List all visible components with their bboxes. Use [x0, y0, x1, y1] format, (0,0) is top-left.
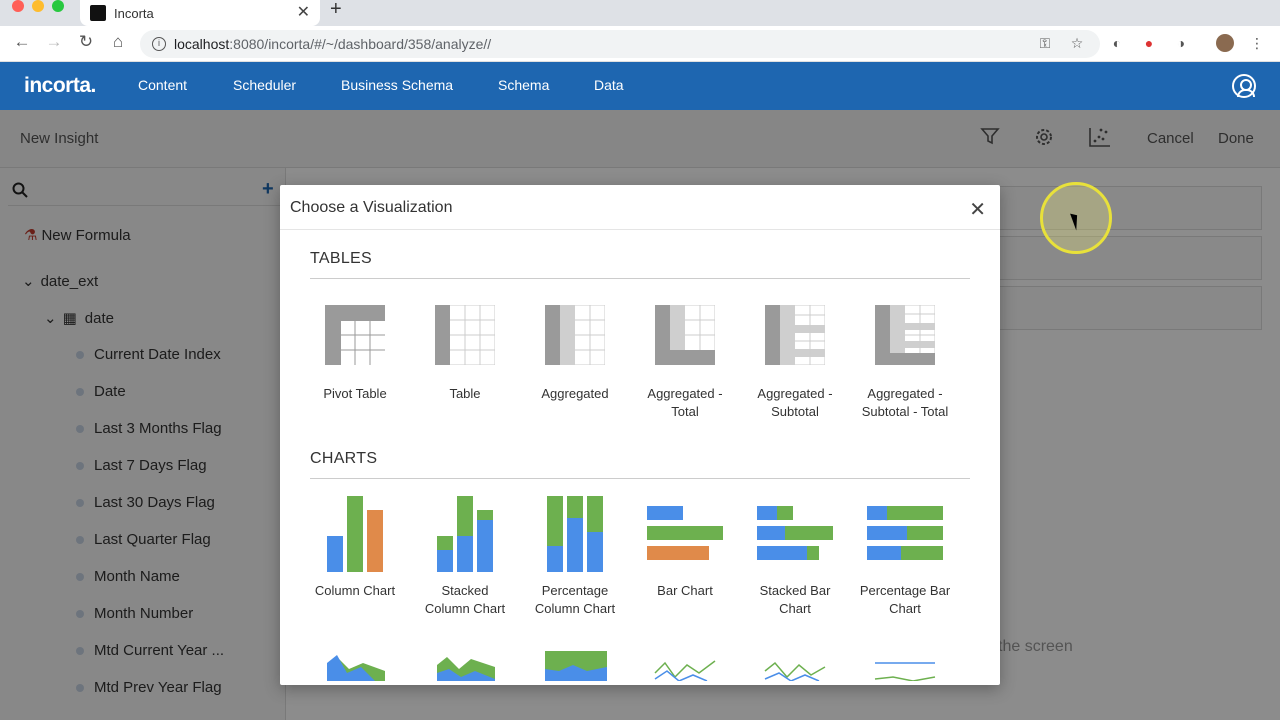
viz-label: Column Chart [314, 583, 396, 598]
viz-aggregated-total[interactable]: Aggregated - Total [630, 304, 740, 421]
viz-stacked-bar-chart[interactable]: Stacked Bar Chart [740, 496, 850, 618]
incorta-logo[interactable]: incorta. [24, 74, 96, 98]
viz-label: Aggregated - [647, 386, 723, 401]
visualization-modal: Choose a Visualization ✕ TABLES Pivot Ta… [280, 185, 1000, 685]
viz-stacked-column-chart[interactable]: Stacked Column Chart [410, 496, 520, 618]
viz-percentage-bar-chart[interactable]: Percentage Bar Chart [850, 496, 960, 618]
table-icon [434, 304, 496, 366]
app-header: incorta. Content Scheduler Business Sche… [0, 62, 1280, 110]
forward-icon[interactable]: → [42, 32, 66, 52]
viz-label: Chart [889, 601, 921, 616]
close-icon[interactable]: ✕ [969, 197, 986, 222]
aggregated-subtotal-total-icon [874, 304, 936, 366]
browser-tab[interactable]: Incorta ✕ [80, 0, 320, 26]
nav-scheduler[interactable]: Scheduler [233, 77, 296, 93]
aggregated-total-icon [654, 304, 716, 366]
window-close-button[interactable] [12, 0, 24, 12]
section-divider [310, 478, 970, 479]
browser-menu-icon[interactable]: ⋮ [1248, 34, 1266, 52]
viz-label: Column Chart [424, 601, 506, 616]
viz-label: Percentage Bar [859, 583, 951, 598]
aggregated-subtotal-icon [764, 304, 826, 366]
tables-section-title: TABLES [310, 250, 372, 267]
viz-label: Chart [779, 601, 811, 616]
key-icon[interactable]: ⚿ [1036, 34, 1054, 52]
percentage-line-chart-icon [873, 651, 937, 682]
stacked-line-chart-icon [763, 651, 827, 682]
viz-aggregated-subtotal-total[interactable]: Aggregated - Subtotal - Total [850, 304, 960, 421]
viz-label: Aggregated - [757, 386, 833, 401]
line-chart-icon [653, 651, 717, 682]
incorta-favicon-icon [90, 5, 106, 21]
browser-toolbar: ← → ↻ ⌂ i localhost:8080/incorta/#/~/das… [0, 26, 1280, 62]
percentage-bar-chart-icon [867, 496, 943, 572]
viz-label: Stacked [441, 583, 489, 598]
viz-label: Total [671, 404, 699, 419]
area-chart-icon [325, 651, 385, 681]
extension-circle-icon[interactable]: ◑ [1172, 34, 1190, 52]
viz-table[interactable]: Table [410, 304, 520, 403]
stacked-area-chart-icon [435, 651, 495, 681]
nav-data[interactable]: Data [594, 77, 624, 93]
modal-title: Choose a Visualization [290, 199, 453, 216]
pivot-table-icon [325, 305, 385, 365]
user-profile-icon[interactable] [1232, 74, 1256, 98]
nav-business-schema[interactable]: Business Schema [341, 77, 453, 93]
extension-stop-icon[interactable]: ● [1140, 34, 1158, 52]
viz-stacked-line-chart[interactable] [740, 651, 850, 682]
viz-aggregated[interactable]: Aggregated [520, 304, 630, 403]
viz-label: Stacked Bar [759, 583, 831, 598]
tab-close-icon[interactable]: ✕ [297, 5, 310, 21]
viz-pivot-table[interactable]: Pivot Table [300, 305, 410, 403]
viz-label: Bar Chart [657, 583, 713, 598]
viz-label: Percentage [541, 583, 609, 598]
viz-percentage-column-chart[interactable]: Percentage Column Chart [520, 496, 630, 618]
nav-schema[interactable]: Schema [498, 77, 549, 93]
viz-stacked-area-chart[interactable] [410, 651, 520, 681]
viz-label: Subtotal - Total [861, 404, 949, 419]
viz-aggregated-subtotal[interactable]: Aggregated - Subtotal [740, 304, 850, 421]
stacked-bar-chart-icon [757, 496, 833, 572]
new-tab-icon[interactable]: + [330, 0, 342, 19]
back-icon[interactable]: ← [10, 32, 34, 52]
charts-section-title: CHARTS [310, 450, 378, 467]
bookmark-star-icon[interactable]: ☆ [1068, 34, 1086, 52]
column-chart-icon [325, 496, 385, 572]
window-maximize-button[interactable] [52, 0, 64, 12]
percentage-area-chart-icon [545, 651, 607, 681]
modal-body: TABLES Pivot Table Table Aggregated Aggr… [280, 231, 1000, 685]
viz-column-chart[interactable]: Column Chart [300, 496, 410, 600]
viz-label: Aggregated [541, 386, 609, 401]
window-minimize-button[interactable] [32, 0, 44, 12]
viz-label: Subtotal [771, 404, 819, 419]
url-host: localhost [174, 36, 230, 52]
bar-chart-icon [647, 496, 723, 572]
home-icon[interactable]: ⌂ [106, 32, 130, 52]
profile-avatar[interactable] [1216, 34, 1234, 52]
percentage-column-chart-icon [545, 496, 605, 572]
viz-bar-chart[interactable]: Bar Chart [630, 496, 740, 600]
site-info-icon[interactable]: i [152, 37, 166, 51]
tab-title: Incorta [114, 5, 154, 21]
viz-label: Pivot Table [323, 386, 387, 401]
browser-tab-bar: Incorta ✕ + [0, 0, 1280, 26]
extension-icon[interactable]: ◐ [1108, 34, 1126, 52]
viz-area-chart[interactable] [300, 651, 410, 681]
viz-label: Aggregated - [867, 386, 943, 401]
address-bar[interactable]: i localhost:8080/incorta/#/~/dashboard/3… [140, 30, 1100, 58]
viz-percentage-line-chart[interactable] [850, 651, 960, 682]
stacked-column-chart-icon [435, 496, 495, 572]
nav-content[interactable]: Content [138, 77, 187, 93]
modal-header: Choose a Visualization ✕ [280, 185, 1000, 230]
viz-label: Column Chart [534, 601, 616, 616]
reload-icon[interactable]: ↻ [74, 32, 98, 52]
viz-percentage-area-chart[interactable] [520, 651, 630, 681]
section-divider [310, 278, 970, 279]
aggregated-table-icon [544, 304, 606, 366]
viz-label: Table [449, 386, 481, 401]
url-path: :8080/incorta/#/~/dashboard/358/analyze/… [229, 36, 492, 52]
viz-line-chart[interactable] [630, 651, 740, 682]
